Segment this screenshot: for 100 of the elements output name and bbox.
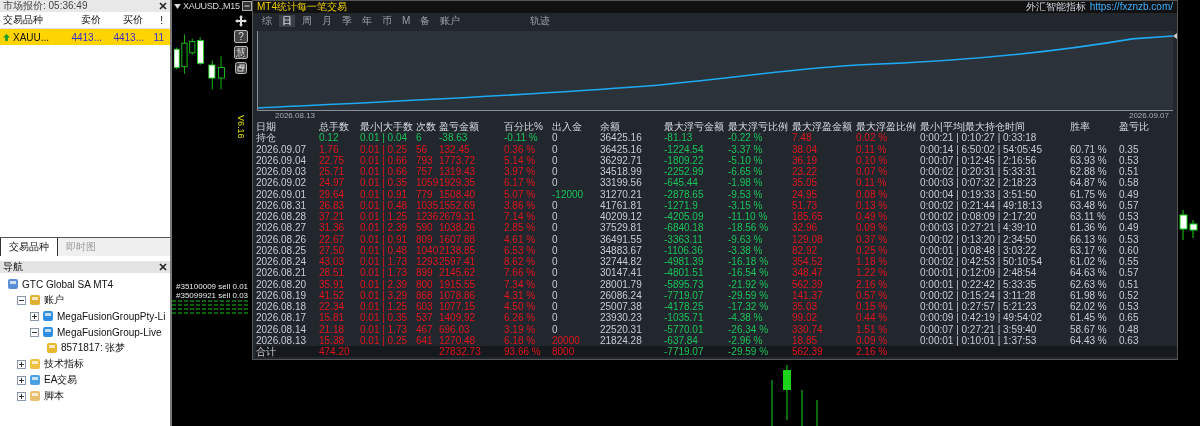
- candlestick-drawing: [1178, 210, 1198, 240]
- tree-item[interactable]: EA交易: [44, 373, 78, 387]
- table-cell-text: 0:00:01 | 0:10:01 | 1:37:53: [920, 334, 1038, 346]
- table-cell-text: 0.52: [1119, 289, 1140, 301]
- tree-item[interactable]: GTC Global SA MT4: [22, 278, 114, 290]
- tab[interactable]: 备: [417, 15, 434, 27]
- expand-toggle-icon[interactable]: [17, 359, 26, 369]
- expand-toggle-icon[interactable]: [30, 311, 39, 321]
- table-cell-text: 合计: [256, 346, 277, 358]
- table-cell-text: -3.38 %: [728, 244, 764, 256]
- table-cell-text: 800: [416, 278, 434, 290]
- table-cell-text: 60.71 %: [1070, 143, 1108, 155]
- table-cell-text: 7.34 %: [504, 278, 537, 290]
- move-icon[interactable]: [235, 15, 247, 27]
- table-cell-text: 64.43 %: [1070, 334, 1108, 346]
- tree-item[interactable]: 8571817: 张梦: [61, 341, 126, 355]
- tab[interactable]: 月: [319, 15, 335, 27]
- table-cell-text: -2252.99: [664, 166, 705, 178]
- table-cell-text: 0:00:02 | 0:08:09 | 2:17:20: [920, 211, 1038, 223]
- column-header: 日期: [256, 121, 277, 133]
- table-cell-text: 0: [552, 233, 559, 245]
- column-header: 总手数: [319, 121, 350, 133]
- tree-item[interactable]: 脚本: [44, 389, 64, 403]
- table-cell-text: 82.92: [792, 244, 819, 256]
- column-header[interactable]: 卖价: [62, 13, 104, 27]
- table-cell-text: 23.22: [792, 166, 819, 178]
- table-cell-text: 40209.12: [600, 211, 643, 223]
- tab[interactable]: 账户: [437, 15, 464, 27]
- tree-item[interactable]: 账户: [44, 293, 64, 307]
- tool-button[interactable]: 慧: [234, 46, 248, 59]
- dropdown-icon[interactable]: [174, 3, 181, 9]
- table-cell-text: -7719.07: [664, 289, 705, 301]
- tab[interactable]: 周: [299, 15, 315, 27]
- column-header[interactable]: 交易品种: [0, 13, 62, 27]
- table-cell-text: 28.51: [319, 267, 346, 279]
- table-cell-text: -0.22 %: [728, 132, 764, 144]
- table-cell-text: -1035.71: [664, 312, 705, 324]
- tab[interactable]: 轨迹: [527, 15, 554, 27]
- table-cell-text: 0:00:01 | 0:27:57 | 5:21:23: [920, 301, 1037, 313]
- chart-title: XAUUSD.,M15: [183, 1, 240, 11]
- column-header[interactable]: 买价: [104, 13, 146, 27]
- expand-toggle-icon[interactable]: [30, 327, 39, 337]
- table-cell-text: 0.53: [1119, 154, 1140, 166]
- tab[interactable]: 日: [279, 15, 295, 27]
- table-cell-text: 0: [552, 154, 559, 166]
- column-header: 出入金: [552, 121, 583, 133]
- table-cell-text: -1809.22: [664, 154, 705, 166]
- table-cell-text: 0.35: [1119, 143, 1140, 155]
- close-icon[interactable]: [159, 2, 167, 10]
- tab[interactable]: M: [399, 15, 414, 27]
- table-cell-text: 61.36 %: [1070, 222, 1108, 234]
- expand-toggle-icon[interactable]: [17, 295, 26, 305]
- table-cell-text: 63.11 %: [1070, 211, 1107, 223]
- table-cell-text: 26.83: [319, 199, 346, 211]
- symbol-row[interactable]: XAUU... 4413... 4413... 11: [0, 29, 170, 45]
- minimize-icon[interactable]: [242, 1, 252, 11]
- tree-item[interactable]: 技术指标: [44, 357, 84, 371]
- table-cell-text: 41.52: [319, 289, 346, 301]
- table-cell-text: 603: [416, 301, 434, 313]
- table-cell-text: 61.02 %: [1070, 256, 1108, 268]
- table-cell-text: 22.34: [319, 301, 346, 313]
- table-cell-text: 34883.67: [600, 244, 643, 256]
- table-cell-text: 5.07 %: [504, 188, 537, 200]
- tab[interactable]: 综: [259, 15, 275, 27]
- window-icon[interactable]: [235, 62, 247, 74]
- table-cell: 1040: [416, 244, 439, 256]
- tree-item[interactable]: MegaFusionGroupPty-Li: [57, 310, 166, 322]
- column-header: 最大浮亏比例: [728, 121, 789, 133]
- table-cell-text: 32744.82: [600, 256, 643, 268]
- close-icon[interactable]: [159, 263, 167, 271]
- tab[interactable]: 币: [379, 15, 395, 27]
- table-cell-text: 868: [416, 289, 434, 301]
- table-cell-text: 31.36: [319, 222, 346, 234]
- tab[interactable]: 交易品种: [0, 238, 58, 256]
- table-cell-text: 0: [552, 256, 559, 268]
- tab[interactable]: 季: [339, 15, 355, 27]
- column-header: 盈亏金额: [439, 121, 480, 133]
- table-cell-text: 2026.09.03: [256, 166, 308, 178]
- table-cell-text: 0.08 %: [856, 188, 889, 200]
- table-cell-text: 1508.40: [439, 188, 477, 200]
- table-cell-text: 99.02: [792, 312, 819, 324]
- website-link[interactable]: https://fxznzb.com/: [1089, 1, 1173, 13]
- version-label: V6.16: [236, 115, 246, 139]
- expand-toggle-icon[interactable]: [17, 375, 26, 385]
- table-cell-text: 2026.08.17: [256, 312, 308, 324]
- expand-toggle-icon[interactable]: [17, 391, 26, 401]
- table-cell-text: 0.55: [1119, 256, 1140, 268]
- tab[interactable]: 年: [359, 15, 375, 27]
- tool-button[interactable]: ?: [234, 30, 248, 43]
- table-cell-text: 330.74: [792, 323, 824, 335]
- table-cell-text: 0.53: [1119, 211, 1140, 223]
- table-cell-text: 23930.23: [600, 312, 643, 324]
- table-cell-text: 0.01 | 1.73: [360, 323, 409, 335]
- table-cell-text: 1773.72: [439, 154, 477, 166]
- table-cell-text: 0:00:02 | 0:21:44 | 49:18:13: [920, 199, 1043, 211]
- table-cell-text: 354.52: [792, 256, 824, 268]
- column-header[interactable]: !: [146, 14, 166, 26]
- date-label: 2026.09.07: [1128, 111, 1169, 121]
- tree-item[interactable]: MegaFusionGroup-Live: [57, 326, 162, 338]
- table-cell-text: 0:00:01 | 0:22:42 | 5:33:35: [920, 278, 1038, 290]
